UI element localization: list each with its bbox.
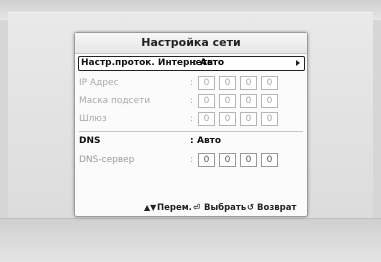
- network-settings-dialog: Настройка сети Настр.проток. Интернета :…: [74, 32, 308, 217]
- dns-colon: :: [190, 136, 194, 146]
- dns-octet-3[interactable]: 0: [240, 153, 257, 167]
- up-down-arrows-icon: ▲▼: [144, 203, 157, 212]
- mask-octet-4[interactable]: 0: [261, 94, 278, 108]
- divider: [79, 131, 303, 132]
- protocol-row[interactable]: Настр.проток. Интернета : Авто: [78, 56, 305, 71]
- ip-octet-4[interactable]: 0: [261, 76, 278, 90]
- subnet-mask-label: Маска подсети: [79, 96, 151, 106]
- back-hint[interactable]: Возврат: [257, 201, 296, 215]
- move-hint: Перем.: [157, 203, 192, 213]
- dns-octet-2[interactable]: 0: [219, 153, 236, 167]
- subnet-mask-row[interactable]: Маска подсети : 0 0 0 0: [79, 94, 303, 109]
- return-icon: ↺: [247, 203, 255, 213]
- mask-octet-2[interactable]: 0: [219, 94, 236, 108]
- mask-colon: :: [190, 96, 194, 106]
- dns-server-label: DNS-сервер: [79, 155, 135, 165]
- dns-octet-4[interactable]: 0: [261, 153, 278, 167]
- dns-server-row[interactable]: DNS-сервер : 0 0 0 0: [79, 153, 303, 168]
- dns-row[interactable]: DNS : Авто: [79, 134, 303, 149]
- dns-label: DNS: [79, 136, 101, 146]
- gateway-label: Шлюз: [79, 114, 107, 124]
- gateway-row[interactable]: Шлюз : 0 0 0 0: [79, 112, 303, 127]
- select-hint[interactable]: Выбрать: [204, 201, 246, 215]
- chevron-right-icon: [296, 60, 300, 66]
- ip-octet-2[interactable]: 0: [219, 76, 236, 90]
- ip-colon: :: [190, 78, 194, 88]
- dialog-title: Настройка сети: [75, 33, 307, 54]
- dns-value[interactable]: Авто: [197, 134, 221, 149]
- gateway-octet-1[interactable]: 0: [198, 112, 215, 126]
- mask-octet-3[interactable]: 0: [240, 94, 257, 108]
- dns-server-colon: :: [190, 155, 194, 165]
- protocol-colon: :: [193, 58, 197, 68]
- gateway-octet-3[interactable]: 0: [240, 112, 257, 126]
- ip-address-row[interactable]: IP Адрес : 0 0 0 0: [79, 76, 303, 91]
- gateway-octet-4[interactable]: 0: [261, 112, 278, 126]
- mask-octet-1[interactable]: 0: [198, 94, 215, 108]
- enter-icon: ⏎: [193, 203, 201, 213]
- ip-address-label: IP Адрес: [79, 78, 119, 88]
- protocol-value[interactable]: Авто: [200, 57, 224, 70]
- dialog-footer: ▲▼ Перем. ⏎ Выбрать ↺ Возврат: [75, 201, 307, 215]
- bottom-background: [0, 218, 381, 262]
- dns-octet-1[interactable]: 0: [198, 153, 215, 167]
- ip-octet-3[interactable]: 0: [240, 76, 257, 90]
- gateway-colon: :: [190, 114, 194, 124]
- ip-octet-1[interactable]: 0: [198, 76, 215, 90]
- gateway-octet-2[interactable]: 0: [219, 112, 236, 126]
